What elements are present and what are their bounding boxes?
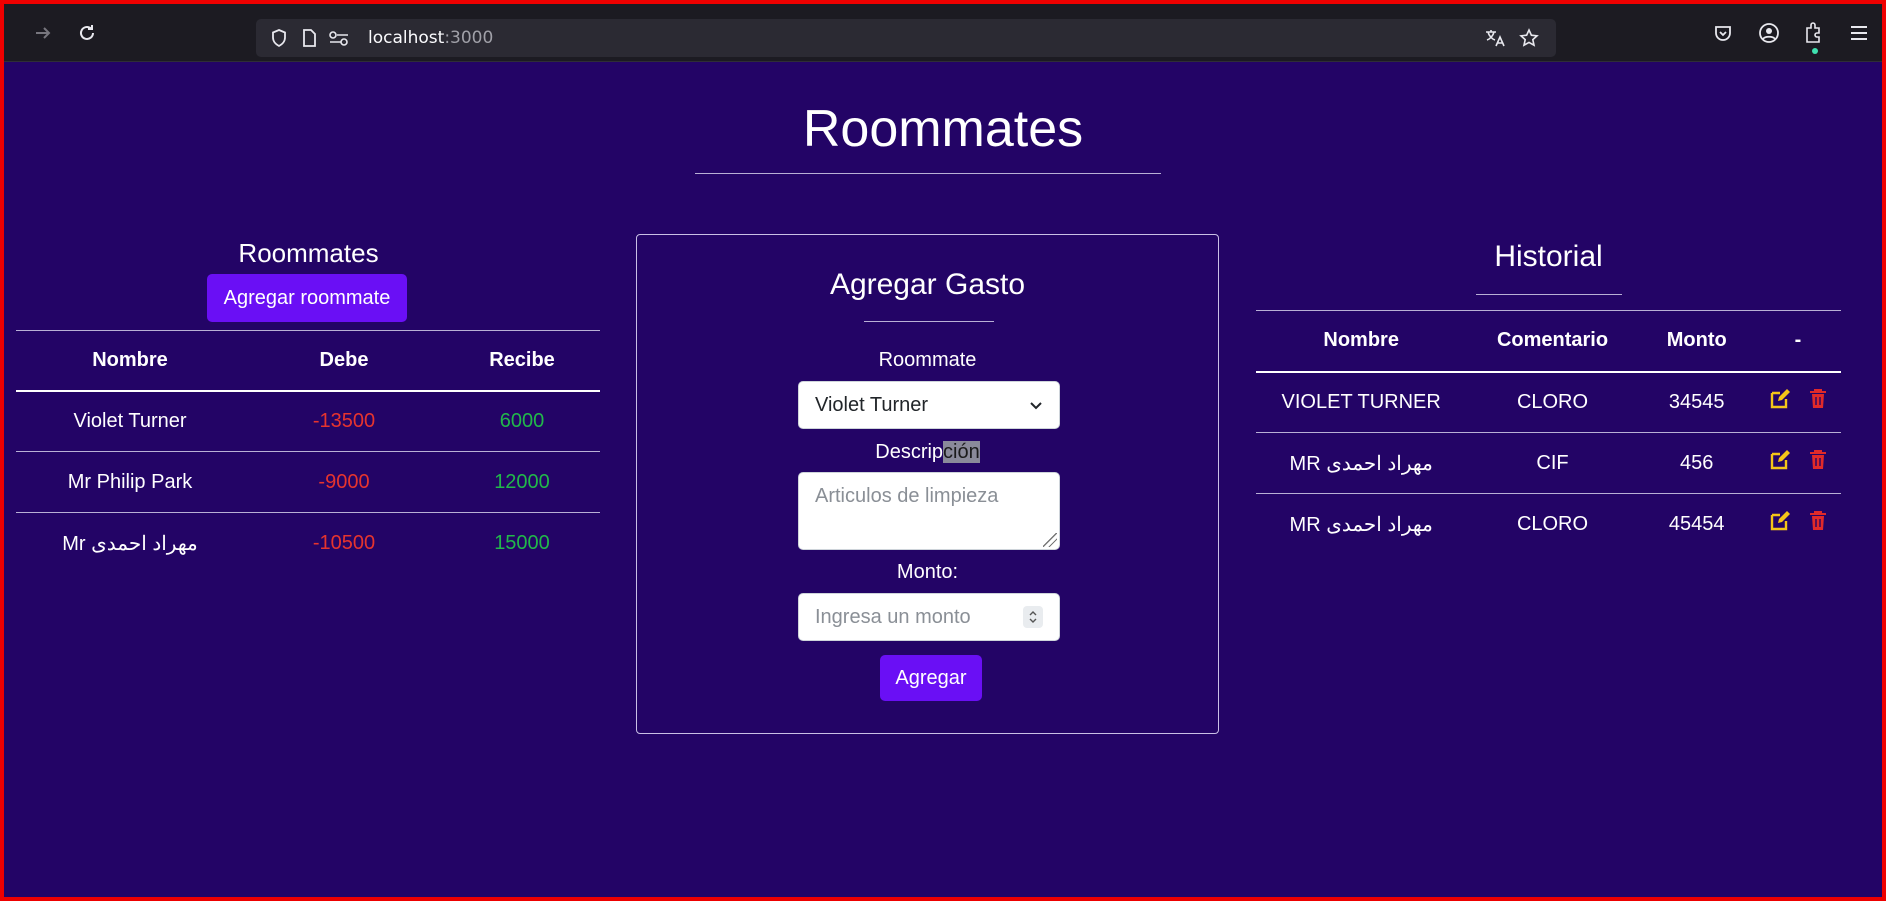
column-header-comentario: Comentario — [1466, 310, 1639, 373]
amount-input[interactable]: Ingresa un monto — [798, 593, 1060, 641]
url-host: localhost — [368, 28, 445, 48]
description-placeholder: Articulos de limpieza — [815, 485, 999, 507]
historial-table: Nombre Comentario Monto - VIOLET TURNER … — [1256, 310, 1841, 555]
page-icon[interactable] — [296, 25, 322, 51]
history-amount: 456 — [1638, 432, 1755, 494]
row-actions — [1755, 494, 1841, 555]
edit-icon[interactable] — [1769, 389, 1797, 415]
url-bar[interactable]: localhost:3000 — [256, 19, 1556, 57]
history-comment: CLORO — [1466, 371, 1639, 433]
description-label: Descripción — [637, 441, 1218, 464]
submit-expense-button[interactable]: Agregar — [880, 655, 982, 701]
resize-handle[interactable] — [1043, 533, 1057, 547]
column-header-debe: Debe — [244, 330, 444, 392]
title-divider — [695, 173, 1161, 174]
card-divider — [864, 321, 994, 322]
add-roommate-button[interactable]: Agregar roommate — [207, 274, 407, 322]
column-header-recibe: Recibe — [444, 330, 600, 392]
page-title: Roommates — [802, 100, 1084, 158]
chevron-down-icon — [1029, 394, 1043, 417]
history-comment: CIF — [1466, 432, 1639, 494]
roommates-table: Nombre Debe Recibe Violet Turner -13500 … — [16, 330, 600, 574]
browser-window: localhost:3000 Roommates Roommates Agreg… — [4, 4, 1882, 897]
roommate-name: Violet Turner — [16, 390, 244, 452]
history-amount: 45454 — [1668, 512, 1725, 535]
history-amount: 34545 — [1638, 371, 1755, 433]
extension-status-dot — [1812, 48, 1818, 54]
table-row: Mr مهراد احمدی -10500 15000 — [16, 513, 600, 574]
row-actions — [1754, 432, 1841, 494]
roommate-name: Mr مهراد احمدی — [62, 532, 198, 555]
table-header-row: Nombre Comentario Monto - — [1256, 310, 1841, 373]
history-comment: CLORO — [1516, 512, 1589, 535]
extensions-icon[interactable] — [1800, 20, 1826, 46]
pocket-icon[interactable] — [1710, 20, 1736, 46]
translate-icon[interactable] — [1482, 25, 1508, 51]
trash-icon[interactable] — [1809, 511, 1827, 537]
url-text: localhost:3000 — [368, 28, 493, 48]
card-title: Agregar Gasto — [829, 268, 1026, 301]
roommate-debe: -10500 — [312, 531, 376, 554]
history-name: VIOLET TURNER — [1256, 371, 1467, 433]
amount-placeholder: Ingresa un monto — [815, 605, 971, 628]
row-actions — [1754, 371, 1841, 433]
star-icon[interactable] — [1516, 25, 1542, 51]
description-label-selected: ción — [943, 441, 980, 463]
trash-icon[interactable] — [1809, 389, 1827, 415]
trash-icon[interactable] — [1809, 450, 1827, 476]
roommate-debe: -9000 — [244, 451, 444, 513]
account-icon[interactable] — [1756, 20, 1782, 46]
reload-icon[interactable] — [74, 20, 100, 46]
forward-icon[interactable] — [30, 20, 56, 46]
add-expense-card: Agregar Gasto Roommate Violet Turner Des… — [636, 234, 1219, 734]
table-header-row: Nombre Debe Recibe — [16, 330, 600, 392]
number-spinner[interactable] — [1023, 606, 1043, 628]
column-header-nombre: Nombre — [16, 330, 244, 392]
roommates-heading: Roommates — [238, 238, 379, 268]
column-header-monto: Monto — [1638, 310, 1755, 373]
historial-divider — [1476, 294, 1622, 295]
roommate-recibe: 6000 — [444, 390, 600, 452]
roommate-recibe: 15000 — [494, 531, 550, 554]
history-name: MR مهراد احمدی — [1256, 432, 1467, 494]
history-name: MR مهراد احمدی — [1289, 513, 1433, 536]
table-row: MR مهراد احمدی CLORO 45454 — [1256, 494, 1841, 555]
roommate-recibe: 12000 — [444, 451, 600, 513]
description-textarea[interactable]: Articulos de limpieza — [798, 472, 1060, 550]
description-label-start: Descrip — [875, 441, 944, 463]
shield-icon[interactable] — [266, 25, 292, 51]
table-row: Mr Philip Park -9000 12000 — [16, 451, 600, 513]
browser-toolbar: localhost:3000 — [4, 4, 1882, 62]
roommate-label: Roommate — [878, 349, 977, 371]
amount-label: Monto: — [896, 561, 959, 583]
historial-heading: Historial — [1494, 240, 1603, 273]
menu-icon[interactable] — [1846, 20, 1872, 46]
roommate-select-value: Violet Turner — [815, 393, 929, 416]
column-header-nombre: Nombre — [1256, 310, 1467, 373]
table-row: Violet Turner -13500 6000 — [16, 390, 600, 452]
edit-icon[interactable] — [1769, 450, 1797, 476]
table-row: VIOLET TURNER CLORO 34545 — [1256, 371, 1841, 433]
edit-icon[interactable] — [1769, 511, 1797, 537]
column-header-actions: - — [1754, 310, 1841, 373]
roommate-select[interactable]: Violet Turner — [798, 381, 1060, 429]
table-row: MR مهراد احمدی CIF 456 — [1256, 432, 1841, 494]
site-info-icon[interactable] — [326, 25, 352, 51]
roommate-name: Mr Philip Park — [16, 451, 244, 513]
url-port: :3000 — [444, 28, 494, 48]
roommate-debe: -13500 — [244, 390, 444, 452]
